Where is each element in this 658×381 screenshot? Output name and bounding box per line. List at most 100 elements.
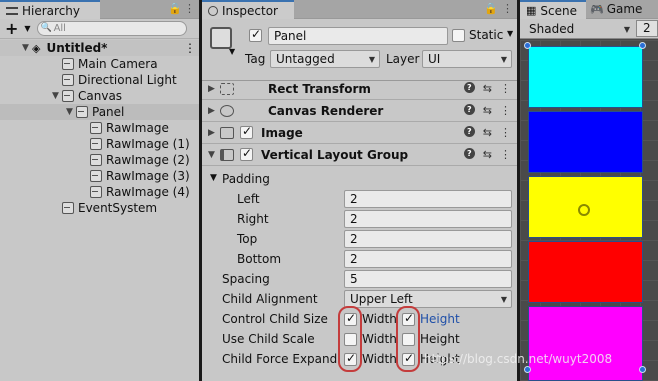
tab-hierarchy[interactable]: Hierarchy	[0, 0, 100, 19]
preset-icon[interactable]: ⇆	[483, 82, 492, 95]
collapse-icon[interactable]: ▼	[202, 150, 220, 160]
image-enabled-checkbox[interactable]	[240, 124, 253, 139]
view-toggle-button[interactable]: 2	[636, 20, 658, 37]
rawimage-block-yellow[interactable]	[528, 176, 643, 238]
component-canvas-renderer[interactable]: ▶ Canvas Renderer ? ⇆ ⋮	[202, 100, 517, 122]
help-icon[interactable]: ?	[463, 148, 475, 159]
component-menu-icon[interactable]: ⋮	[500, 126, 511, 139]
help-icon[interactable]: ?	[463, 104, 475, 115]
hierarchy-item-rawimage-2[interactable]: RawImage (2)	[0, 152, 199, 168]
object-name-field[interactable]: Panel	[268, 27, 448, 45]
pivot-handle-icon[interactable]	[578, 204, 590, 216]
height-highlight-annotation	[396, 306, 420, 372]
layer-label: Layer	[386, 52, 420, 66]
gameobject-icon	[90, 186, 102, 198]
game-tab-label: Game	[606, 2, 643, 16]
tag-dropdown[interactable]: Untagged	[270, 50, 380, 68]
component-vertical-layout-group[interactable]: ▼ Vertical Layout Group ? ⇆ ⋮	[202, 144, 517, 166]
rect-handle-bottom-left[interactable]	[524, 366, 531, 373]
padding-expand-icon[interactable]: ▼	[210, 173, 217, 183]
padding-top-field[interactable]: 2	[344, 230, 512, 248]
inspector-tabbar: Inspector 🔒 ⋮	[202, 0, 517, 19]
search-input[interactable]: All	[36, 21, 187, 36]
collapse-icon[interactable]: ▶	[202, 128, 220, 138]
preset-icon[interactable]: ⇆	[483, 148, 492, 161]
static-label: Static	[469, 28, 504, 42]
component-title: Canvas Renderer	[268, 103, 384, 118]
help-icon[interactable]: ?	[463, 126, 475, 137]
component-menu-icon[interactable]: ⋮	[500, 82, 511, 95]
tab-game[interactable]: 🎮 Game	[590, 2, 642, 16]
scene-more-icon[interactable]: ⋮	[184, 41, 196, 55]
scene-root-item[interactable]: ▼ ◈ Untitled* ⋮	[0, 40, 199, 56]
hierarchy-item-main-camera[interactable]: Main Camera	[0, 56, 199, 72]
tab-scene[interactable]: ▦ Scene	[520, 0, 586, 19]
spacing-field[interactable]: 5	[344, 270, 512, 288]
shading-mode-dropdown[interactable]: Shaded	[524, 20, 634, 38]
add-button[interactable]: +	[5, 19, 18, 38]
hierarchy-item-directional-light[interactable]: Directional Light	[0, 72, 199, 88]
lock-icon[interactable]: 🔒	[168, 2, 182, 15]
component-buttons: ? ⇆ ⋮	[463, 82, 511, 95]
hierarchy-toolbar: + ▼ All	[0, 19, 199, 39]
padding-left-field[interactable]: 2	[344, 190, 512, 208]
hierarchy-item-rawimage-1[interactable]: RawImage (1)	[0, 136, 199, 152]
rawimage-block-blue[interactable]	[528, 111, 643, 173]
rawimage-block-red[interactable]	[528, 241, 643, 303]
hierarchy-item-panel[interactable]: ▼ Panel	[0, 104, 199, 120]
hierarchy-item-label: Untitled*	[46, 41, 108, 55]
hierarchy-item-label: RawImage	[106, 121, 169, 135]
hierarchy-item-label: RawImage (4)	[106, 185, 190, 199]
preset-icon[interactable]: ⇆	[483, 126, 492, 139]
collapse-icon[interactable]: ▶	[202, 84, 220, 94]
width-label: Width	[362, 332, 397, 346]
hierarchy-item-rawimage-4[interactable]: RawImage (4)	[0, 184, 199, 200]
padding-top-label: Top	[237, 232, 258, 246]
component-title: Vertical Layout Group	[261, 147, 409, 162]
tab-inspector[interactable]: Inspector	[202, 0, 294, 19]
icon-dropdown-icon[interactable]: ▼	[229, 47, 235, 56]
rect-handle-bottom-right[interactable]	[639, 366, 646, 373]
image-icon	[220, 126, 234, 139]
active-checkbox[interactable]	[249, 27, 262, 42]
hierarchy-item-eventsystem[interactable]: EventSystem	[0, 200, 199, 216]
expand-icon[interactable]: ▼	[52, 91, 62, 101]
hierarchy-item-label: Directional Light	[78, 73, 177, 87]
control-child-size-label: Control Child Size	[222, 312, 328, 326]
padding-right-field[interactable]: 2	[344, 210, 512, 228]
rawimage-block-cyan[interactable]	[528, 46, 643, 108]
layer-dropdown[interactable]: UI	[422, 50, 512, 68]
component-image[interactable]: ▶ Image ? ⇆ ⋮	[202, 122, 517, 144]
scene-viewport[interactable]	[520, 40, 658, 381]
child-alignment-dropdown[interactable]: Upper Left	[344, 290, 512, 308]
help-icon[interactable]: ?	[463, 82, 475, 93]
tag-label: Tag	[245, 52, 266, 66]
component-buttons: ? ⇆ ⋮	[463, 104, 511, 117]
collapse-icon[interactable]: ▶	[202, 106, 220, 116]
component-menu-icon[interactable]: ⋮	[500, 104, 511, 117]
more-menu-icon[interactable]: ⋮	[502, 2, 513, 15]
expand-icon[interactable]: ▼	[66, 107, 76, 117]
gameobject-icon	[62, 202, 74, 214]
padding-bottom-field[interactable]: 2	[344, 250, 512, 268]
rect-transform-icon	[220, 82, 234, 95]
lock-icon[interactable]: 🔒	[484, 2, 498, 15]
hierarchy-item-rawimage[interactable]: RawImage	[0, 120, 199, 136]
preset-icon[interactable]: ⇆	[483, 104, 492, 117]
component-rect-transform[interactable]: ▶ Rect Transform ? ⇆ ⋮	[202, 78, 517, 100]
static-dropdown-icon[interactable]: ▼	[507, 29, 513, 38]
static-checkbox[interactable]	[452, 29, 465, 42]
dropdown-arrow-icon[interactable]: ▼	[24, 24, 30, 33]
hierarchy-item-canvas[interactable]: ▼ Canvas	[0, 88, 199, 104]
hierarchy-tab-label: Hierarchy	[22, 3, 81, 18]
layout-enabled-checkbox[interactable]	[240, 146, 253, 161]
hierarchy-item-label: EventSystem	[78, 201, 158, 215]
rect-handle-top-left[interactable]	[524, 42, 531, 49]
expand-icon[interactable]: ▼	[22, 43, 32, 53]
gameobject-icon	[62, 90, 74, 102]
component-menu-icon[interactable]: ⋮	[500, 148, 511, 161]
hierarchy-item-rawimage-3[interactable]: RawImage (3)	[0, 168, 199, 184]
rawimage-block-magenta[interactable]	[528, 306, 643, 381]
rect-handle-top-right[interactable]	[639, 42, 646, 49]
more-menu-icon[interactable]: ⋮	[184, 2, 195, 15]
